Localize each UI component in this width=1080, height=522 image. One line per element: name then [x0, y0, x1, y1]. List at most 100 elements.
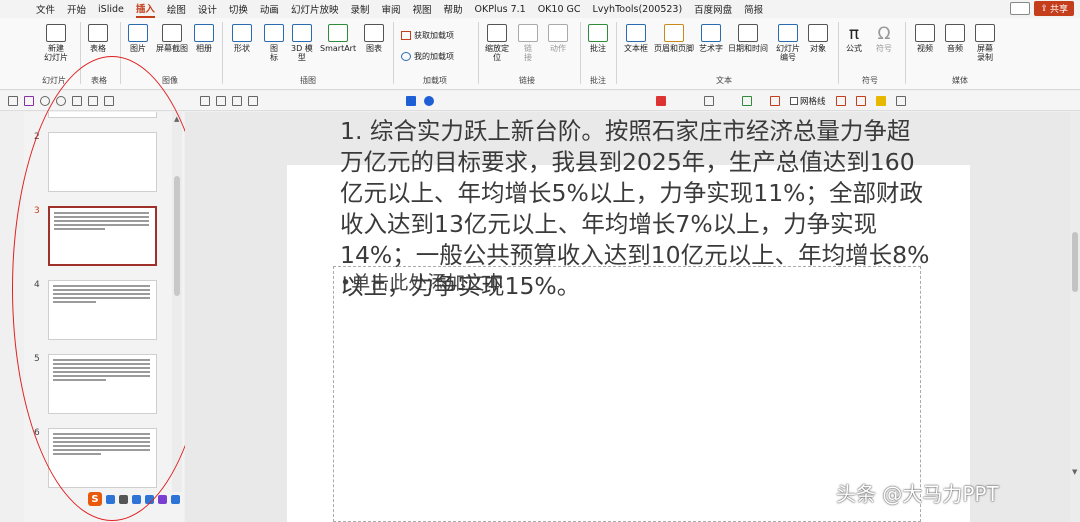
action-label: 动作: [550, 44, 566, 53]
undo-icon[interactable]: [40, 96, 50, 106]
tools-icon[interactable]: [171, 494, 180, 504]
group-images: 图像: [162, 76, 178, 85]
header-footer-button[interactable]: 页眉和页脚: [654, 24, 694, 53]
album-icon: [194, 24, 214, 42]
comments-icon[interactable]: [1010, 2, 1030, 15]
video-icon: [915, 24, 935, 42]
skin-icon[interactable]: [158, 494, 167, 504]
slide-number-button[interactable]: 幻灯片 编号: [776, 24, 800, 62]
menu-transitions[interactable]: 切换: [229, 2, 248, 16]
object-label: 对象: [810, 44, 826, 53]
editor-scrollbar[interactable]: ▼: [1070, 112, 1080, 522]
calendar-icon: [738, 24, 758, 42]
menu-briefing[interactable]: 简报: [744, 2, 763, 16]
3d-model-label: 3D 模 型: [291, 44, 313, 62]
smartart-label: SmartArt: [320, 44, 357, 53]
slide-body-text[interactable]: 1. 综合实力跃上新台阶。按照石家庄市经济总量力争超万亿元的目标要求，我县到20…: [340, 116, 930, 302]
album-button[interactable]: 相册: [194, 24, 214, 53]
wordart-button[interactable]: 艺术字: [699, 24, 723, 53]
zoom-icon: [487, 24, 507, 42]
menu-islide[interactable]: iSlide: [98, 4, 124, 15]
header-footer-label: 页眉和页脚: [654, 44, 694, 53]
smartart-button[interactable]: SmartArt: [320, 24, 356, 53]
table-icon: [88, 24, 108, 42]
menu-help[interactable]: 帮助: [444, 2, 463, 16]
menu-file[interactable]: 文件: [36, 2, 55, 16]
audio-button[interactable]: 音频: [945, 24, 965, 53]
icons-button[interactable]: 图 标: [264, 24, 284, 62]
menu-home[interactable]: 开始: [67, 2, 86, 16]
zoom-button[interactable]: 缩放定 位: [485, 24, 509, 62]
fill-color-icon[interactable]: [406, 96, 416, 106]
more-icon[interactable]: [896, 96, 906, 106]
menu-view[interactable]: 视图: [412, 2, 431, 16]
screen-record-icon: [975, 24, 995, 42]
align-center-icon[interactable]: [216, 96, 226, 106]
object-icon: [808, 24, 828, 42]
menu-slideshow[interactable]: 幻灯片放映: [291, 2, 339, 16]
icons-label: 图 标: [270, 44, 278, 62]
shapes-button[interactable]: 形状: [232, 24, 252, 53]
color-picker-icon[interactable]: [656, 96, 666, 106]
save-icon[interactable]: [24, 96, 34, 106]
my-addins-button[interactable]: 我的加载项: [401, 51, 454, 62]
link-label: 链 接: [524, 44, 532, 62]
menu-record[interactable]: 录制: [350, 2, 369, 16]
grid-icon[interactable]: [770, 96, 780, 106]
datetime-button[interactable]: 日期和时间: [728, 24, 768, 53]
symbol-button[interactable]: Ω 符号: [876, 24, 892, 53]
align-left-icon[interactable]: [200, 96, 210, 106]
scroll-down-icon[interactable]: ▼: [1072, 468, 1077, 476]
share-button[interactable]: ⇪ 共享: [1034, 1, 1074, 16]
chart-tool-icon[interactable]: [742, 96, 752, 106]
divider: [580, 22, 581, 84]
smartart-icon: [328, 24, 349, 42]
3d-model-button[interactable]: 3D 模 型: [291, 24, 313, 62]
comment-label: 批注: [590, 44, 606, 53]
chart-button[interactable]: 图表: [364, 24, 384, 53]
group-illustrations: 插图: [300, 76, 316, 85]
menu-ok10[interactable]: OK10 GC: [538, 4, 581, 15]
zoom-label: 缩放定 位: [485, 44, 509, 62]
get-addins-button[interactable]: 获取加载项: [401, 30, 454, 41]
slide-number-label: 幻灯片 编号: [776, 44, 800, 62]
new-slide-button[interactable]: 新建 幻灯片: [44, 24, 68, 62]
screen-record-button[interactable]: 屏幕 录制: [975, 24, 995, 62]
picture-button[interactable]: 图片: [128, 24, 148, 53]
crop-icon[interactable]: [856, 96, 866, 106]
pin-icon[interactable]: [836, 96, 846, 106]
screenshot-button[interactable]: 屏幕截图: [156, 24, 188, 53]
link-icon: [518, 24, 538, 42]
highlight-icon[interactable]: [876, 96, 886, 106]
menu-baidu[interactable]: 百度网盘: [694, 2, 732, 16]
menu-lvyhtools[interactable]: LvyhTools(200523): [593, 4, 683, 15]
shape-color-icon[interactable]: [424, 96, 434, 106]
comment-button[interactable]: 批注: [588, 24, 608, 53]
content-placeholder-box[interactable]: [333, 266, 921, 522]
equation-button[interactable]: π 公式: [846, 24, 862, 53]
divider: [905, 22, 906, 84]
table-button[interactable]: 表格: [88, 24, 108, 53]
align-right-icon[interactable]: [232, 96, 242, 106]
link-button[interactable]: 链 接: [518, 24, 538, 62]
menu-insert[interactable]: 插入: [135, 1, 155, 18]
group-comments: 批注: [590, 76, 606, 85]
gridlines-checkbox[interactable]: 网格线: [790, 95, 826, 107]
action-button[interactable]: 动作: [548, 24, 568, 53]
checkbox-box: [790, 97, 798, 105]
menu-draw[interactable]: 绘图: [167, 2, 186, 16]
screenshot-label: 屏幕截图: [156, 44, 188, 53]
slideshow-icon[interactable]: [8, 96, 18, 106]
new-slide-label: 新建 幻灯片: [44, 44, 68, 62]
divider: [616, 22, 617, 84]
table-tool-icon[interactable]: [704, 96, 714, 106]
object-button[interactable]: 对象: [808, 24, 828, 53]
editor-scrollbar-thumb[interactable]: [1072, 232, 1078, 292]
menu-animations[interactable]: 动画: [260, 2, 279, 16]
video-button[interactable]: 视频: [915, 24, 935, 53]
menu-design[interactable]: 设计: [198, 2, 217, 16]
distribute-icon[interactable]: [248, 96, 258, 106]
textbox-button[interactable]: 文本框: [624, 24, 648, 53]
menu-review[interactable]: 审阅: [381, 2, 400, 16]
menu-okplus[interactable]: OKPlus 7.1: [475, 4, 526, 15]
